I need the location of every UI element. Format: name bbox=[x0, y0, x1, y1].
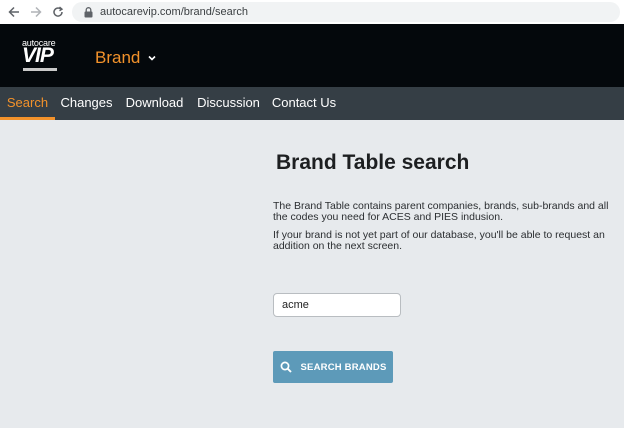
nav-contact-us[interactable]: Contact Us bbox=[271, 87, 337, 120]
search-brands-button[interactable]: SEARCH BRANDS bbox=[273, 351, 393, 383]
forward-arrow-icon[interactable] bbox=[28, 4, 44, 20]
site-header: autocare VIP Brand bbox=[0, 24, 624, 87]
brand-dropdown[interactable]: Brand bbox=[95, 48, 157, 68]
nav-search[interactable]: Search bbox=[0, 87, 55, 120]
nav-changes[interactable]: Changes bbox=[59, 87, 114, 120]
address-field[interactable]: autocarevip.com/brand/search bbox=[72, 2, 620, 22]
url-text: autocarevip.com/brand/search bbox=[100, 6, 248, 18]
lock-icon bbox=[82, 6, 94, 18]
autocare-vip-logo[interactable]: autocare VIP bbox=[22, 38, 60, 74]
search-brands-label: SEARCH BRANDS bbox=[300, 361, 387, 373]
chevron-down-icon bbox=[147, 53, 157, 63]
back-arrow-icon[interactable] bbox=[6, 4, 22, 20]
nav-discussion[interactable]: Discussion bbox=[196, 87, 261, 120]
brand-dropdown-label: Brand bbox=[95, 48, 141, 67]
nav-download[interactable]: Download bbox=[122, 87, 187, 120]
brand-search-input[interactable] bbox=[273, 293, 401, 317]
browser-address-bar: autocarevip.com/brand/search bbox=[0, 0, 624, 24]
main-nav: Search Changes Download Discussion Conta… bbox=[0, 87, 624, 120]
intro-paragraph: The Brand Table contains parent companie… bbox=[273, 200, 609, 223]
request-info-paragraph: If your brand is not yet part of our dat… bbox=[273, 229, 605, 252]
page-title: Brand Table search bbox=[276, 151, 470, 174]
reload-icon[interactable] bbox=[50, 4, 66, 20]
logo-vip-text: VIP bbox=[22, 44, 54, 67]
search-icon bbox=[280, 361, 292, 373]
logo-underline bbox=[23, 68, 57, 71]
